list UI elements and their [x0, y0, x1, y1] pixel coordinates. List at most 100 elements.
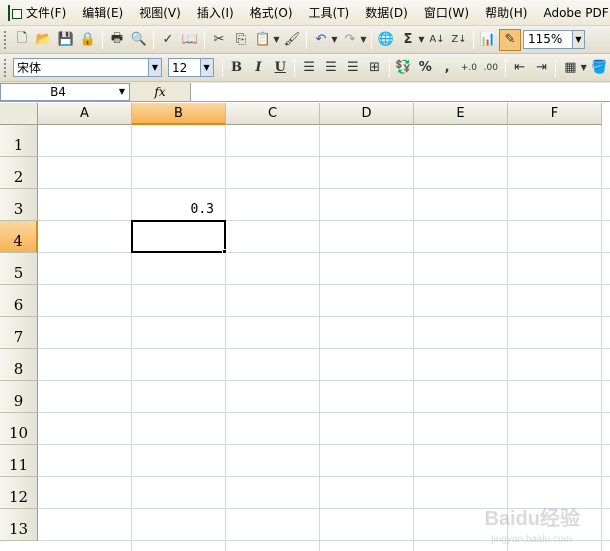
new-icon[interactable]: 🗋	[11, 29, 33, 51]
percent-button[interactable]: %	[414, 57, 436, 79]
formula-input[interactable]	[190, 82, 610, 101]
toolbar-grip[interactable]	[4, 58, 7, 77]
column-header-e[interactable]: E	[414, 103, 508, 125]
active-cell-b4[interactable]	[131, 220, 226, 253]
chevron-down-icon[interactable]: ▼	[115, 87, 129, 96]
align-right-icon[interactable]: ☰	[342, 57, 364, 79]
row-header-1[interactable]: 1	[0, 125, 38, 157]
increase-indent-icon[interactable]: ⇥	[531, 57, 553, 79]
borders-dropdown-icon[interactable]: ▼	[579, 63, 588, 72]
bold-button[interactable]: B	[226, 57, 248, 79]
toolbar-grip[interactable]	[4, 30, 7, 49]
row-header-4[interactable]: 4	[0, 221, 38, 253]
fill-handle[interactable]	[222, 249, 227, 254]
menu-insert[interactable]: 插入(I)	[189, 0, 242, 26]
menu-format[interactable]: 格式(O)	[242, 0, 301, 26]
spelling-icon[interactable]: ✓	[157, 29, 179, 51]
merge-center-icon[interactable]: ⊞	[364, 57, 386, 79]
align-left-icon[interactable]: ☰	[298, 57, 320, 79]
decrease-decimal-icon[interactable]: .00	[480, 57, 502, 79]
separator	[473, 30, 474, 49]
select-all-corner[interactable]	[0, 103, 38, 125]
autosum-icon[interactable]: Σ	[397, 29, 419, 51]
autosum-dropdown-icon[interactable]: ▼	[417, 35, 426, 44]
row-header-12[interactable]: 12	[0, 477, 38, 509]
row-header-9[interactable]: 9	[0, 381, 38, 413]
sort-descending-icon[interactable]: Z↓	[448, 29, 470, 51]
format-painter-icon[interactable]: 🖌	[281, 29, 303, 51]
worksheet-grid[interactable]: A B C D E F 1 2 3 4 5 6 7 8 9 10 11 12 13 0.3	[0, 103, 610, 551]
undo-dropdown-icon[interactable]: ▼	[330, 35, 339, 44]
column-header-c[interactable]: C	[226, 103, 320, 125]
save-icon[interactable]: 💾	[55, 29, 77, 51]
separator	[306, 30, 307, 49]
separator	[371, 30, 372, 49]
menu-edit[interactable]: 编辑(E)	[74, 0, 131, 26]
drawing-icon[interactable]: ✎	[499, 28, 521, 51]
paste-icon[interactable]: 📋	[252, 29, 274, 51]
menu-file[interactable]: 文件(F)	[18, 0, 74, 26]
research-icon[interactable]: 📖	[179, 29, 201, 51]
decrease-indent-icon[interactable]: ⇤	[509, 57, 531, 79]
column-header-b[interactable]: B	[132, 103, 226, 125]
column-header-d[interactable]: D	[320, 103, 414, 125]
name-box[interactable]: B4 ▼	[0, 82, 130, 101]
undo-icon[interactable]: ↶	[310, 29, 332, 51]
row-header-7[interactable]: 7	[0, 317, 38, 349]
zoom-input[interactable]: 115%	[523, 30, 573, 49]
row-header-8[interactable]: 8	[0, 349, 38, 381]
copy-icon[interactable]: ⎘	[230, 29, 252, 51]
separator	[294, 58, 296, 77]
open-icon[interactable]: 📂	[33, 29, 55, 51]
excel-app-icon[interactable]	[8, 4, 22, 21]
paste-dropdown-icon[interactable]: ▼	[272, 35, 281, 44]
font-name-select[interactable]: 宋体 ▼	[13, 58, 162, 77]
permission-icon[interactable]: 🔒	[77, 29, 99, 51]
row-header-3[interactable]: 3	[0, 189, 38, 221]
align-center-icon[interactable]: ☰	[320, 57, 342, 79]
column-header-f[interactable]: F	[508, 103, 602, 125]
font-size-select[interactable]: 12 ▼	[167, 58, 214, 77]
row-header-10[interactable]: 10	[0, 413, 38, 445]
redo-icon[interactable]: ↷	[339, 29, 361, 51]
name-box-value: B4	[50, 84, 66, 99]
chevron-down-icon[interactable]: ▼	[147, 59, 161, 76]
increase-decimal-icon[interactable]: +.0	[458, 57, 480, 79]
fill-color-icon[interactable]: 🪣	[588, 57, 610, 79]
redo-dropdown-icon[interactable]: ▼	[359, 35, 368, 44]
insert-function-icon[interactable]: fx	[130, 85, 190, 99]
print-preview-icon[interactable]: 🔍	[128, 29, 150, 51]
cell-b3[interactable]: 0.3	[132, 202, 214, 217]
borders-icon[interactable]: ▦	[559, 57, 581, 79]
underline-button[interactable]: U	[269, 57, 291, 79]
comma-button[interactable]: ,	[436, 57, 458, 79]
print-icon[interactable]: 🖶	[106, 29, 128, 51]
formula-bar: B4 ▼ fx	[0, 82, 610, 102]
row-header-2[interactable]: 2	[0, 157, 38, 189]
gridline-horizontal	[38, 220, 610, 221]
menu-view[interactable]: 视图(V)	[131, 0, 189, 26]
separator	[102, 30, 103, 49]
column-header-a[interactable]: A	[38, 103, 132, 125]
menu-data[interactable]: 数据(D)	[357, 0, 416, 26]
row-header-11[interactable]: 11	[0, 445, 38, 477]
currency-icon[interactable]: 💱	[393, 57, 415, 79]
chevron-down-icon[interactable]: ▼	[199, 59, 213, 76]
menu-window[interactable]: 窗口(W)	[416, 0, 477, 26]
chart-wizard-icon[interactable]: 📊	[477, 29, 499, 51]
italic-button[interactable]: I	[247, 57, 269, 79]
zoom-dropdown-icon[interactable]: ▼	[573, 30, 585, 49]
formatting-toolbar: 宋体 ▼ 12 ▼ B I U ☰ ☰ ☰ ⊞ 💱 % , +.0 .00 ⇤ …	[0, 54, 610, 82]
sort-ascending-icon[interactable]: A↓	[426, 29, 448, 51]
row-header-6[interactable]: 6	[0, 285, 38, 317]
gridline-horizontal	[38, 476, 610, 477]
cut-icon[interactable]: ✂	[208, 29, 230, 51]
row-header-5[interactable]: 5	[0, 253, 38, 285]
menu-help[interactable]: 帮助(H)	[477, 0, 535, 26]
row-header-13[interactable]: 13	[0, 509, 38, 541]
menu-tools[interactable]: 工具(T)	[301, 0, 358, 26]
menu-adobe-pdf[interactable]: Adobe PDF	[535, 0, 610, 26]
gridline-horizontal	[38, 156, 610, 157]
hyperlink-icon[interactable]: 🌐	[375, 29, 397, 51]
separator	[555, 58, 557, 77]
